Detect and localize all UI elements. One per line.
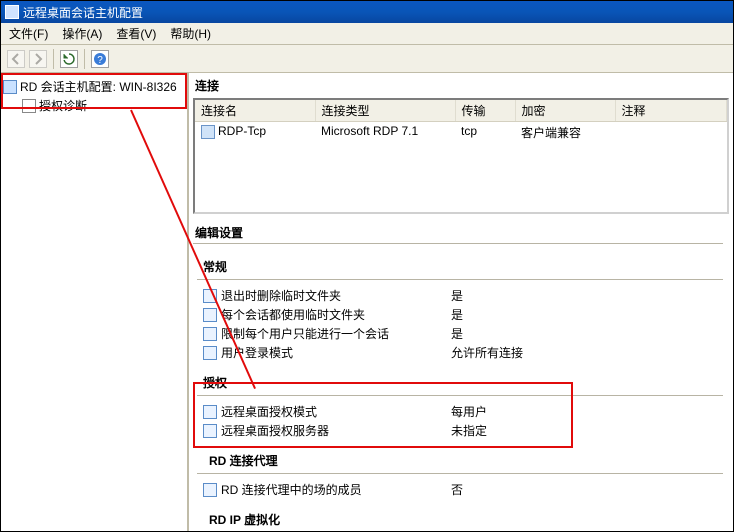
setting-value: 否 xyxy=(451,481,729,498)
menu-view[interactable]: 查看(V) xyxy=(112,23,160,44)
menubar: 文件(F) 操作(A) 查看(V) 帮助(H) xyxy=(1,23,733,45)
setting-label: 远程桌面授权服务器 xyxy=(221,422,451,439)
setting-value: 是 xyxy=(451,287,729,304)
connections-body-scroll[interactable]: RDP-Tcp Microsoft RDP 7.1 tcp 客户端兼容 xyxy=(195,122,727,212)
setting-value: 是 xyxy=(451,306,729,323)
body: RD 会话主机配置: WIN-8I326 授权诊断 连接 连接名 连接类型 传输 xyxy=(1,73,733,531)
connections-table: 连接名 连接类型 传输 加密 注释 xyxy=(195,100,727,122)
setting-label: RD 连接代理中的场的成员 xyxy=(221,481,451,498)
setting-value: 每用户 xyxy=(451,403,729,420)
setting-row-licensing-server[interactable]: 远程桌面授权服务器 未指定 xyxy=(193,421,733,440)
group-general-head: 常规 xyxy=(193,254,733,277)
nav-forward-button[interactable] xyxy=(29,50,47,68)
menu-file[interactable]: 文件(F) xyxy=(5,23,52,44)
setting-value: 允许所有连接 xyxy=(451,344,729,361)
setting-row[interactable]: 退出时删除临时文件夹 是 xyxy=(193,286,733,305)
setting-value: 是 xyxy=(451,325,729,342)
setting-label: 用户登录模式 xyxy=(221,344,451,361)
toolbar: ? xyxy=(1,45,733,73)
toolbar-separator-2 xyxy=(84,49,85,69)
conn-transport: tcp xyxy=(455,122,515,143)
setting-icon xyxy=(203,346,217,360)
group-licensing-head: 授权 xyxy=(193,370,733,393)
diagnosis-icon xyxy=(22,99,36,113)
col-name[interactable]: 连接名 xyxy=(195,100,315,122)
connection-icon xyxy=(201,125,215,139)
tree-child-node[interactable]: 授权诊断 xyxy=(3,96,185,115)
nav-back-button[interactable] xyxy=(7,50,25,68)
settings-title: 编辑设置 xyxy=(189,218,733,243)
setting-icon xyxy=(203,308,217,322)
help-button[interactable]: ? xyxy=(91,50,109,68)
setting-label: 退出时删除临时文件夹 xyxy=(221,287,451,304)
window-title: 远程桌面会话主机配置 xyxy=(23,4,143,21)
setting-icon xyxy=(203,424,217,438)
connection-row[interactable]: RDP-Tcp Microsoft RDP 7.1 tcp 客户端兼容 xyxy=(195,122,727,143)
tree-root-label: RD 会话主机配置: WIN-8I326 xyxy=(20,78,177,95)
col-type[interactable]: 连接类型 xyxy=(315,100,455,122)
setting-row[interactable]: RD 连接代理中的场的成员 否 xyxy=(193,480,733,499)
setting-row-licensing-mode[interactable]: 远程桌面授权模式 每用户 xyxy=(193,402,733,421)
conn-comment xyxy=(615,122,727,143)
right-pane: 连接 连接名 连接类型 传输 加密 注释 xyxy=(189,73,733,531)
toolbar-separator xyxy=(53,49,54,69)
setting-icon xyxy=(203,483,217,497)
conn-name: RDP-Tcp xyxy=(218,124,266,138)
menu-help[interactable]: 帮助(H) xyxy=(166,23,215,44)
setting-value: 未指定 xyxy=(451,422,729,439)
svg-text:?: ? xyxy=(97,55,103,66)
app-window: 远程桌面会话主机配置 文件(F) 操作(A) 查看(V) 帮助(H) ? RD … xyxy=(0,0,734,532)
titlebar: 远程桌面会话主机配置 xyxy=(1,1,733,23)
setting-row[interactable]: 每个会话都使用临时文件夹 是 xyxy=(193,305,733,324)
col-comment[interactable]: 注释 xyxy=(615,100,727,122)
conn-type: Microsoft RDP 7.1 xyxy=(315,122,455,143)
menu-action[interactable]: 操作(A) xyxy=(58,23,106,44)
setting-icon xyxy=(203,405,217,419)
setting-label: 每个会话都使用临时文件夹 xyxy=(221,306,451,323)
setting-label: 远程桌面授权模式 xyxy=(221,403,451,420)
col-transport[interactable]: 传输 xyxy=(455,100,515,122)
col-encryption[interactable]: 加密 xyxy=(515,100,615,122)
group-ipvirt-head: RD IP 虚拟化 xyxy=(193,507,733,530)
tree-child-label: 授权诊断 xyxy=(39,97,87,114)
group-broker-head: RD 连接代理 xyxy=(193,448,733,471)
refresh-button[interactable] xyxy=(60,50,78,68)
app-icon xyxy=(5,5,19,19)
setting-row[interactable]: 限制每个用户只能进行一个会话 是 xyxy=(193,324,733,343)
setting-label: 限制每个用户只能进行一个会话 xyxy=(221,325,451,342)
setting-icon xyxy=(203,327,217,341)
settings-scroll[interactable]: 常规 退出时删除临时文件夹 是 每个会话都使用临时文件夹 是 限制每个用户只能进… xyxy=(193,250,733,531)
connections-panel: 连接名 连接类型 传输 加密 注释 RDP-Tcp Micro xyxy=(193,98,729,214)
setting-row[interactable]: 用户登录模式 允许所有连接 xyxy=(193,343,733,362)
tree-pane: RD 会话主机配置: WIN-8I326 授权诊断 xyxy=(1,73,189,531)
connections-title: 连接 xyxy=(189,73,733,96)
tree-root-node[interactable]: RD 会话主机配置: WIN-8I326 xyxy=(3,77,185,96)
server-icon xyxy=(3,80,17,94)
setting-icon xyxy=(203,289,217,303)
conn-encryption: 客户端兼容 xyxy=(515,122,615,143)
